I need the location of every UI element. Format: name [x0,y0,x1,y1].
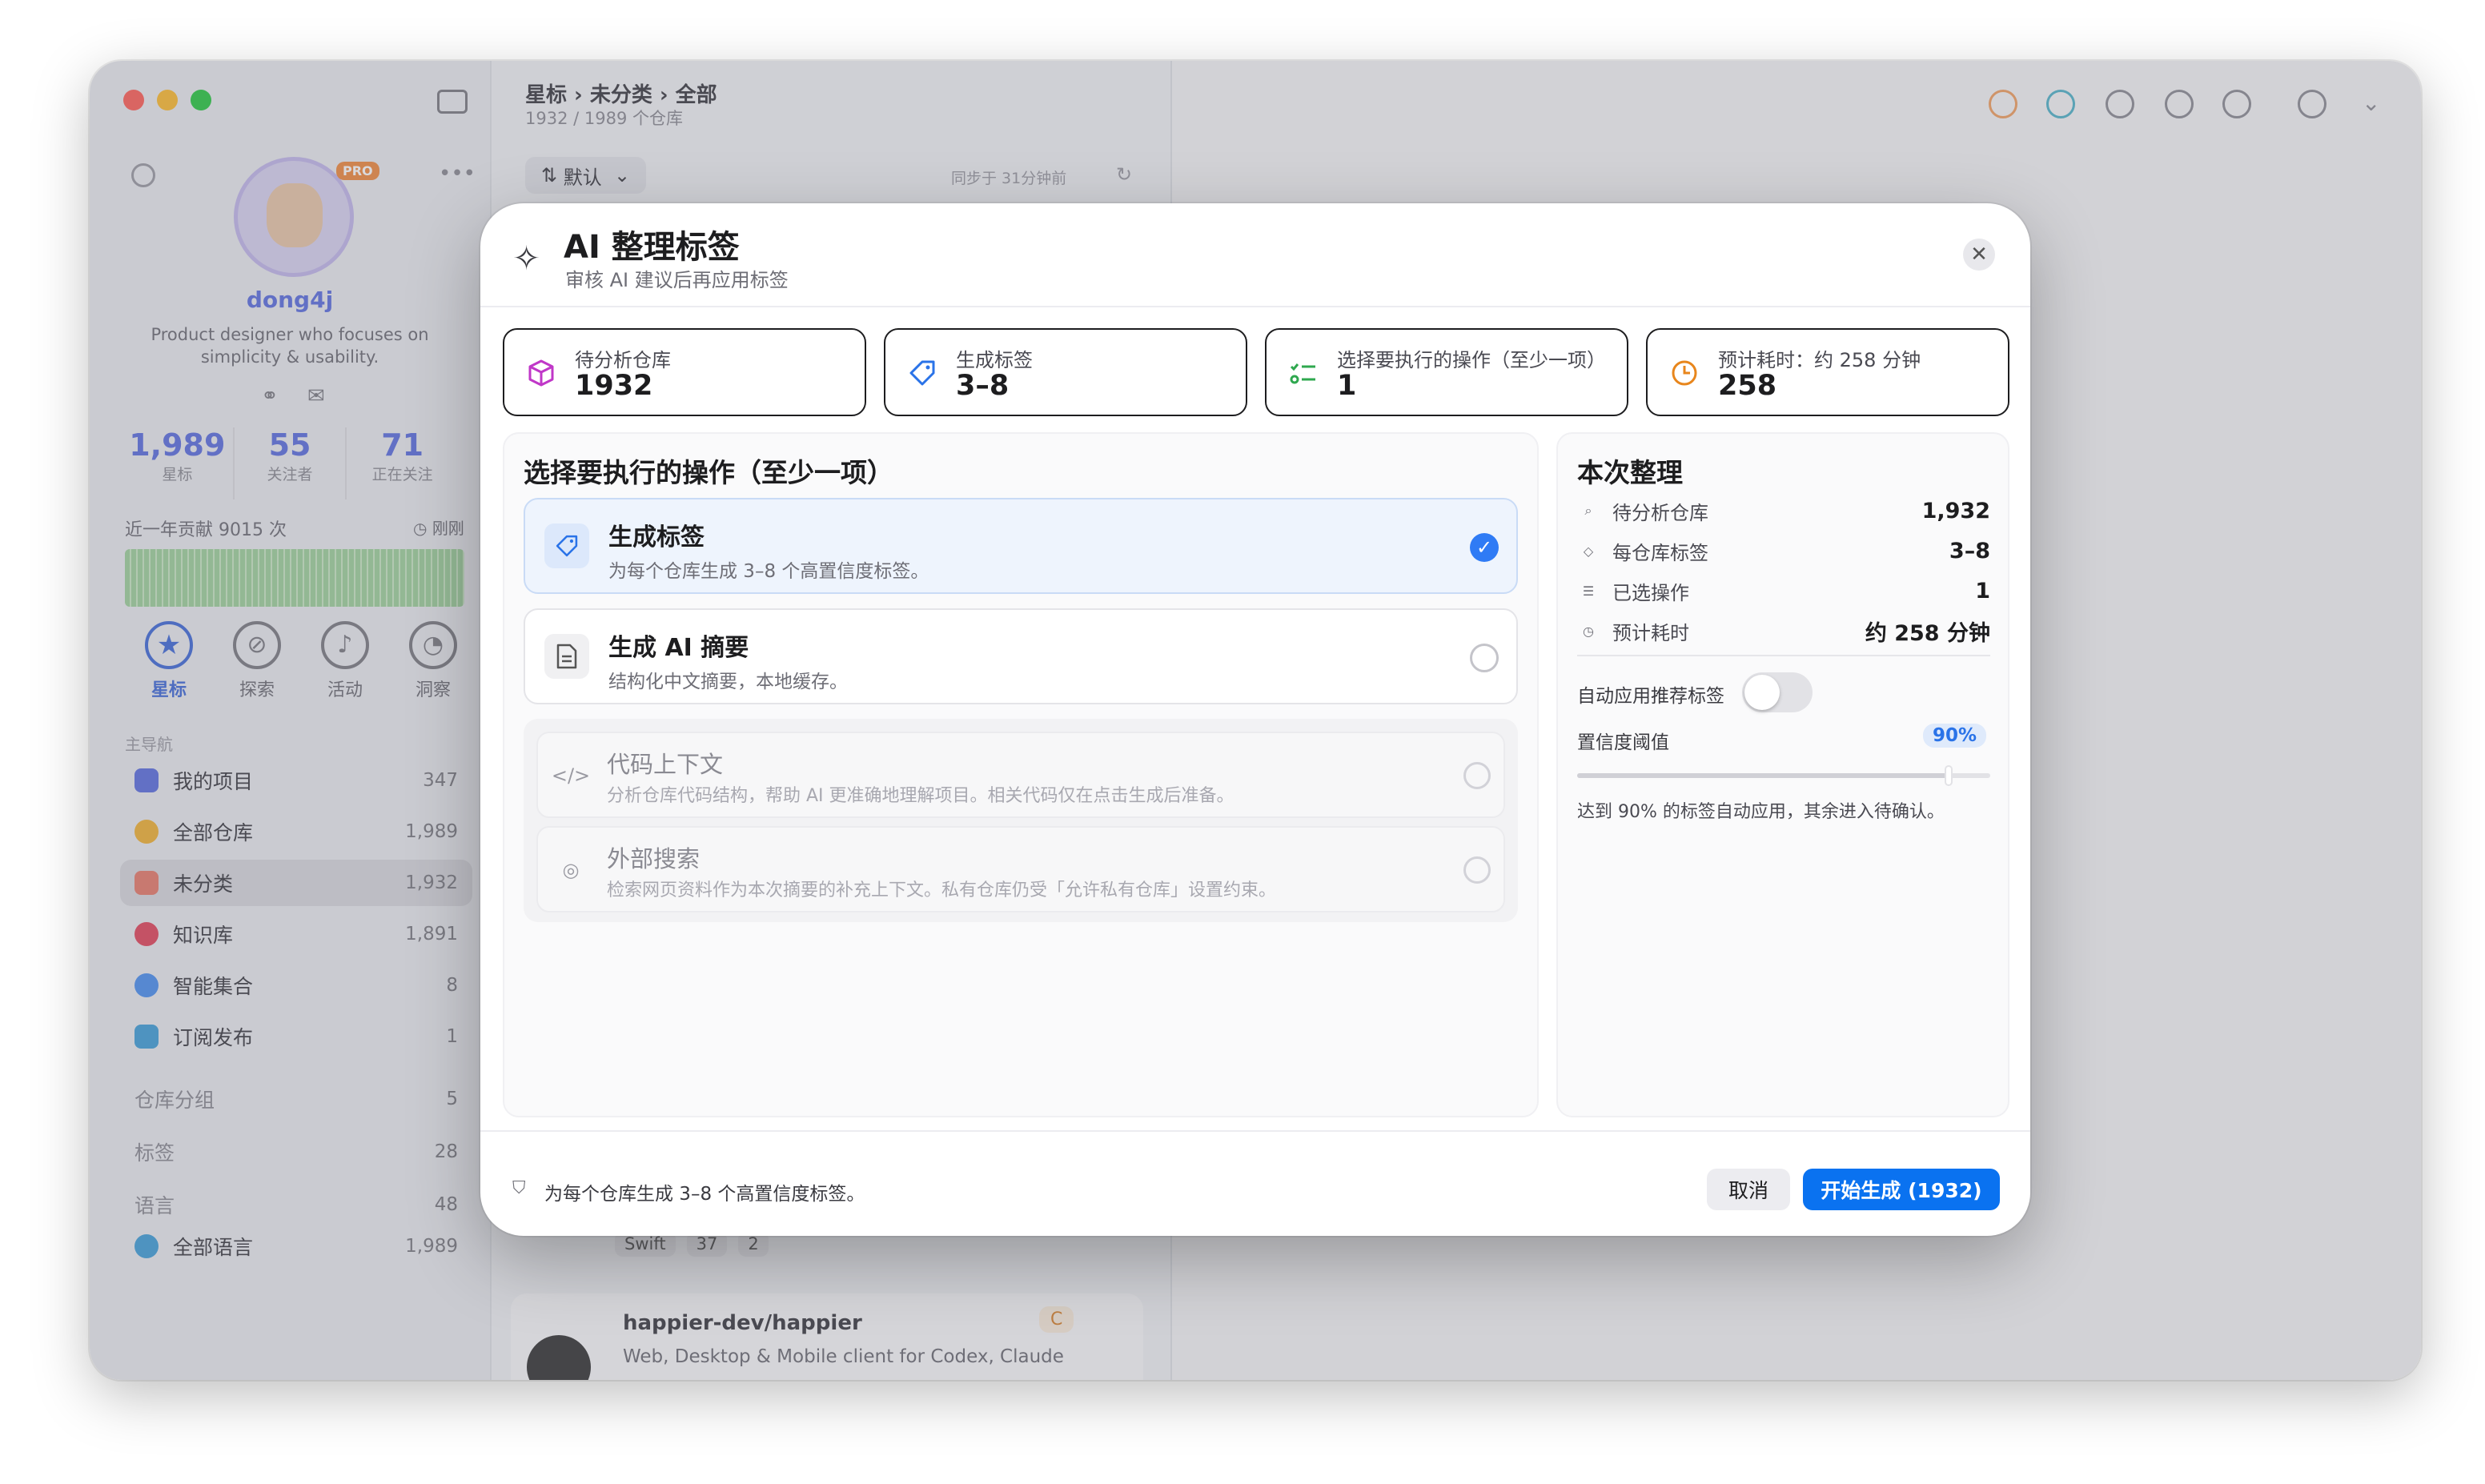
option-checkbox[interactable] [1470,644,1499,672]
summary-value: 1 [1975,578,1990,604]
stat-value: 3–8 [956,370,1010,402]
stat-label: 待分析仓库 [575,349,671,371]
summary-divider [1577,655,1990,656]
ai-tag-dialog: ✧ AI 整理标签 审核 AI 建议后再应用标签 ✕ 待分析仓库 1932 生成… [480,203,2030,1236]
close-icon: ✕ [1970,243,1988,267]
list-icon: ☰ [1582,583,1595,599]
option-title: 生成 AI 摘要 [608,634,749,662]
summary-value: 约 258 分钟 [1865,620,1990,646]
checkmark-icon: ✓ [1475,536,1493,559]
option-title: 代码上下文 [607,751,724,778]
cancel-button[interactable]: 取消 [1707,1169,1790,1210]
auto-apply-toggle[interactable] [1742,672,1813,712]
stat-card-repos: 待分析仓库 1932 [503,328,866,416]
stat-card-operations: 选择要执行的操作（至少一项） 1 [1265,328,1628,416]
shield-check-icon: ⛉ [512,1178,526,1198]
option-checkbox[interactable]: ✓ [1470,533,1499,562]
option-checkbox [1463,762,1491,789]
summary-key: 已选操作 [1612,581,1689,604]
stat-label: 生成标签 [956,349,1033,371]
option-title: 生成标签 [608,523,705,551]
footer-divider [480,1130,2030,1132]
clock-icon: ◷ [1583,623,1594,639]
code-icon: </> [551,764,591,787]
summary-key: 预计耗时 [1612,621,1689,644]
threshold-label: 置信度阈值 [1577,732,1669,753]
disabled-options-group: </> 代码上下文 分析仓库代码结构，帮助 AI 更准确地理解项目。相关代码仅在… [524,719,1518,922]
slider-thumb[interactable] [1946,767,1952,784]
operations-panel: 选择要执行的操作（至少一项） 生成标签 为每个仓库生成 3–8 个高置信度标签。… [503,432,1539,1117]
option-checkbox [1463,856,1491,884]
threshold-value: 90% [1923,724,1987,748]
summary-panel: 本次整理 ⌕ 待分析仓库 1,932 ◇ 每仓库标签 3–8 ☰ 已选操作 1 … [1556,432,2009,1117]
clock-icon [1668,357,1700,389]
dialog-subtitle: 审核 AI 建议后再应用标签 [565,269,789,291]
summary-title: 本次整理 [1577,457,1683,488]
document-icon [544,634,589,679]
stat-card-tags: 生成标签 3–8 [884,328,1247,416]
summary-row: ⌕ 待分析仓库 1,932 [1577,493,1990,528]
option-external-search: ◎ 外部搜索 检索网页资料作为本次摘要的补充上下文。私有仓库仍受「允许私有仓库」… [536,826,1505,912]
option-title: 外部搜索 [607,845,701,872]
stat-label: 选择要执行的操作（至少一项） [1337,349,1606,371]
search-icon: ⌕ [1584,503,1592,518]
stat-value: 258 [1718,370,1777,402]
tag-icon [906,357,938,389]
summary-row: ◇ 每仓库标签 3–8 [1577,533,1990,568]
dialog-title: AI 整理标签 [564,229,740,266]
stat-value: 1 [1337,370,1357,402]
globe-icon: ◎ [562,859,580,881]
auto-apply-label: 自动应用推荐标签 [1577,686,1724,707]
toggle-knob [1744,675,1780,710]
option-ai-summary[interactable]: 生成 AI 摘要 结构化中文摘要，本地缓存。 [524,608,1518,704]
header-divider [480,306,2030,307]
sparkles-icon: ✧ [512,239,541,278]
close-button[interactable]: ✕ [1963,239,1995,271]
option-generate-tags[interactable]: 生成标签 为每个仓库生成 3–8 个高置信度标签。 ✓ [524,498,1518,594]
tag-icon [544,523,589,568]
option-description: 分析仓库代码结构，帮助 AI 更准确地理解项目。相关代码仅在点击生成后准备。 [607,786,1234,806]
slider-fill [1577,773,1949,778]
stat-value: 1932 [575,370,653,402]
summary-key: 每仓库标签 [1612,541,1708,564]
cube-icon [525,357,557,389]
option-description: 检索网页资料作为本次摘要的补充上下文。私有仓库仍受「允许私有仓库」设置约束。 [607,880,1277,900]
threshold-note: 达到 90% 的标签自动应用，其余进入待确认。 [1577,802,1945,822]
option-description: 结构化中文摘要，本地缓存。 [608,672,848,692]
summary-row: ◷ 预计耗时 约 258 分钟 [1577,613,1990,648]
option-description: 为每个仓库生成 3–8 个高置信度标签。 [608,561,929,582]
list-check-icon [1287,357,1319,389]
summary-value: 1,932 [1921,498,1990,523]
threshold-slider[interactable] [1577,767,1990,784]
summary-row: ☰ 已选操作 1 [1577,573,1990,608]
start-generate-button[interactable]: 开始生成 (1932) [1803,1169,2000,1210]
summary-key: 待分析仓库 [1612,501,1708,524]
footer-note: 为每个仓库生成 3–8 个高置信度标签。 [544,1184,865,1205]
stat-card-duration: 预计耗时：约 258 分钟 258 [1646,328,2009,416]
summary-value: 3–8 [1949,538,1990,564]
stat-label: 预计耗时：约 258 分钟 [1718,349,1921,371]
tag-icon: ◇ [1583,543,1594,559]
operations-title: 选择要执行的操作（至少一项） [524,457,893,488]
option-code-context: </> 代码上下文 分析仓库代码结构，帮助 AI 更准确地理解项目。相关代码仅在… [536,732,1505,818]
